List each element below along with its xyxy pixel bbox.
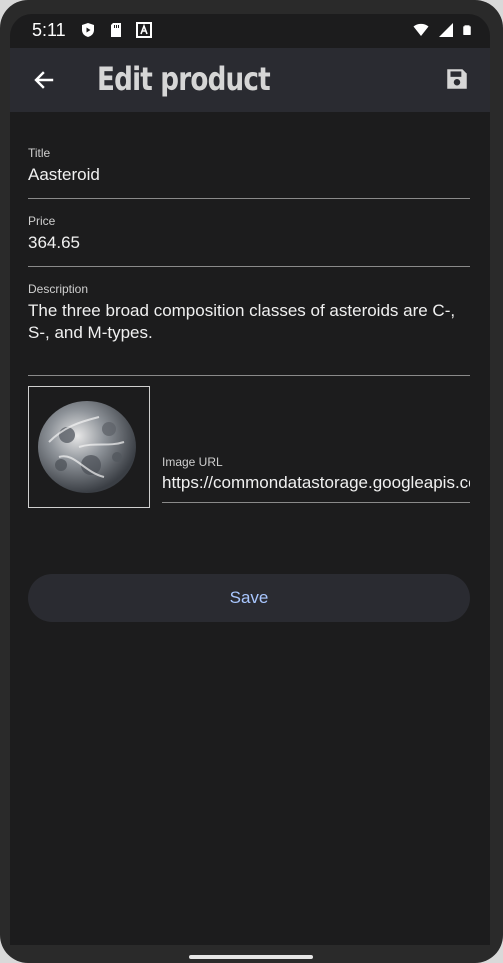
save-button[interactable]: Save — [28, 574, 470, 622]
device-frame: 5:11 Edit product Title Aasteroid Price … — [0, 0, 503, 963]
page-title: Edit product — [97, 60, 271, 98]
sd-card-icon — [111, 23, 121, 37]
description-underline — [28, 375, 470, 376]
title-input[interactable]: Aasteroid — [28, 164, 470, 186]
signal-icon — [439, 23, 453, 37]
price-input[interactable]: 364.65 — [28, 232, 470, 254]
price-underline — [28, 266, 470, 267]
status-time: 5:11 — [32, 20, 66, 40]
app-screen: 5:11 Edit product Title Aasteroid Price … — [10, 14, 490, 945]
arrow-back-icon[interactable] — [32, 68, 56, 92]
image-url-label: Image URL — [162, 455, 223, 469]
description-input[interactable]: The three broad composition classes of a… — [28, 300, 470, 344]
image-url-underline — [162, 502, 470, 503]
description-label: Description — [28, 282, 89, 296]
font-a-icon — [136, 22, 152, 38]
title-field[interactable]: Title Aasteroid — [28, 146, 470, 200]
title-underline — [28, 198, 470, 199]
asteroid-image — [38, 401, 136, 493]
shield-play-icon — [82, 23, 94, 37]
status-icons-right — [412, 22, 472, 38]
price-label: Price — [28, 214, 56, 228]
description-field[interactable]: Description The three broad composition … — [28, 282, 470, 376]
save-floppy-icon[interactable] — [444, 66, 470, 92]
battery-icon — [463, 25, 471, 35]
price-field[interactable]: Price 364.65 — [28, 214, 470, 268]
gesture-nav-handle[interactable] — [189, 955, 313, 959]
wifi-icon — [413, 23, 429, 36]
image-url-input[interactable]: https://commondatastorage.googleapis.co — [162, 473, 470, 493]
image-url-field[interactable]: Image URL https://commondatastorage.goog… — [162, 455, 470, 503]
product-image-preview — [28, 386, 150, 508]
status-icons-left — [80, 22, 152, 38]
title-label: Title — [28, 146, 51, 160]
app-bar: Edit product — [10, 48, 490, 112]
status-bar: 5:11 — [10, 14, 490, 48]
